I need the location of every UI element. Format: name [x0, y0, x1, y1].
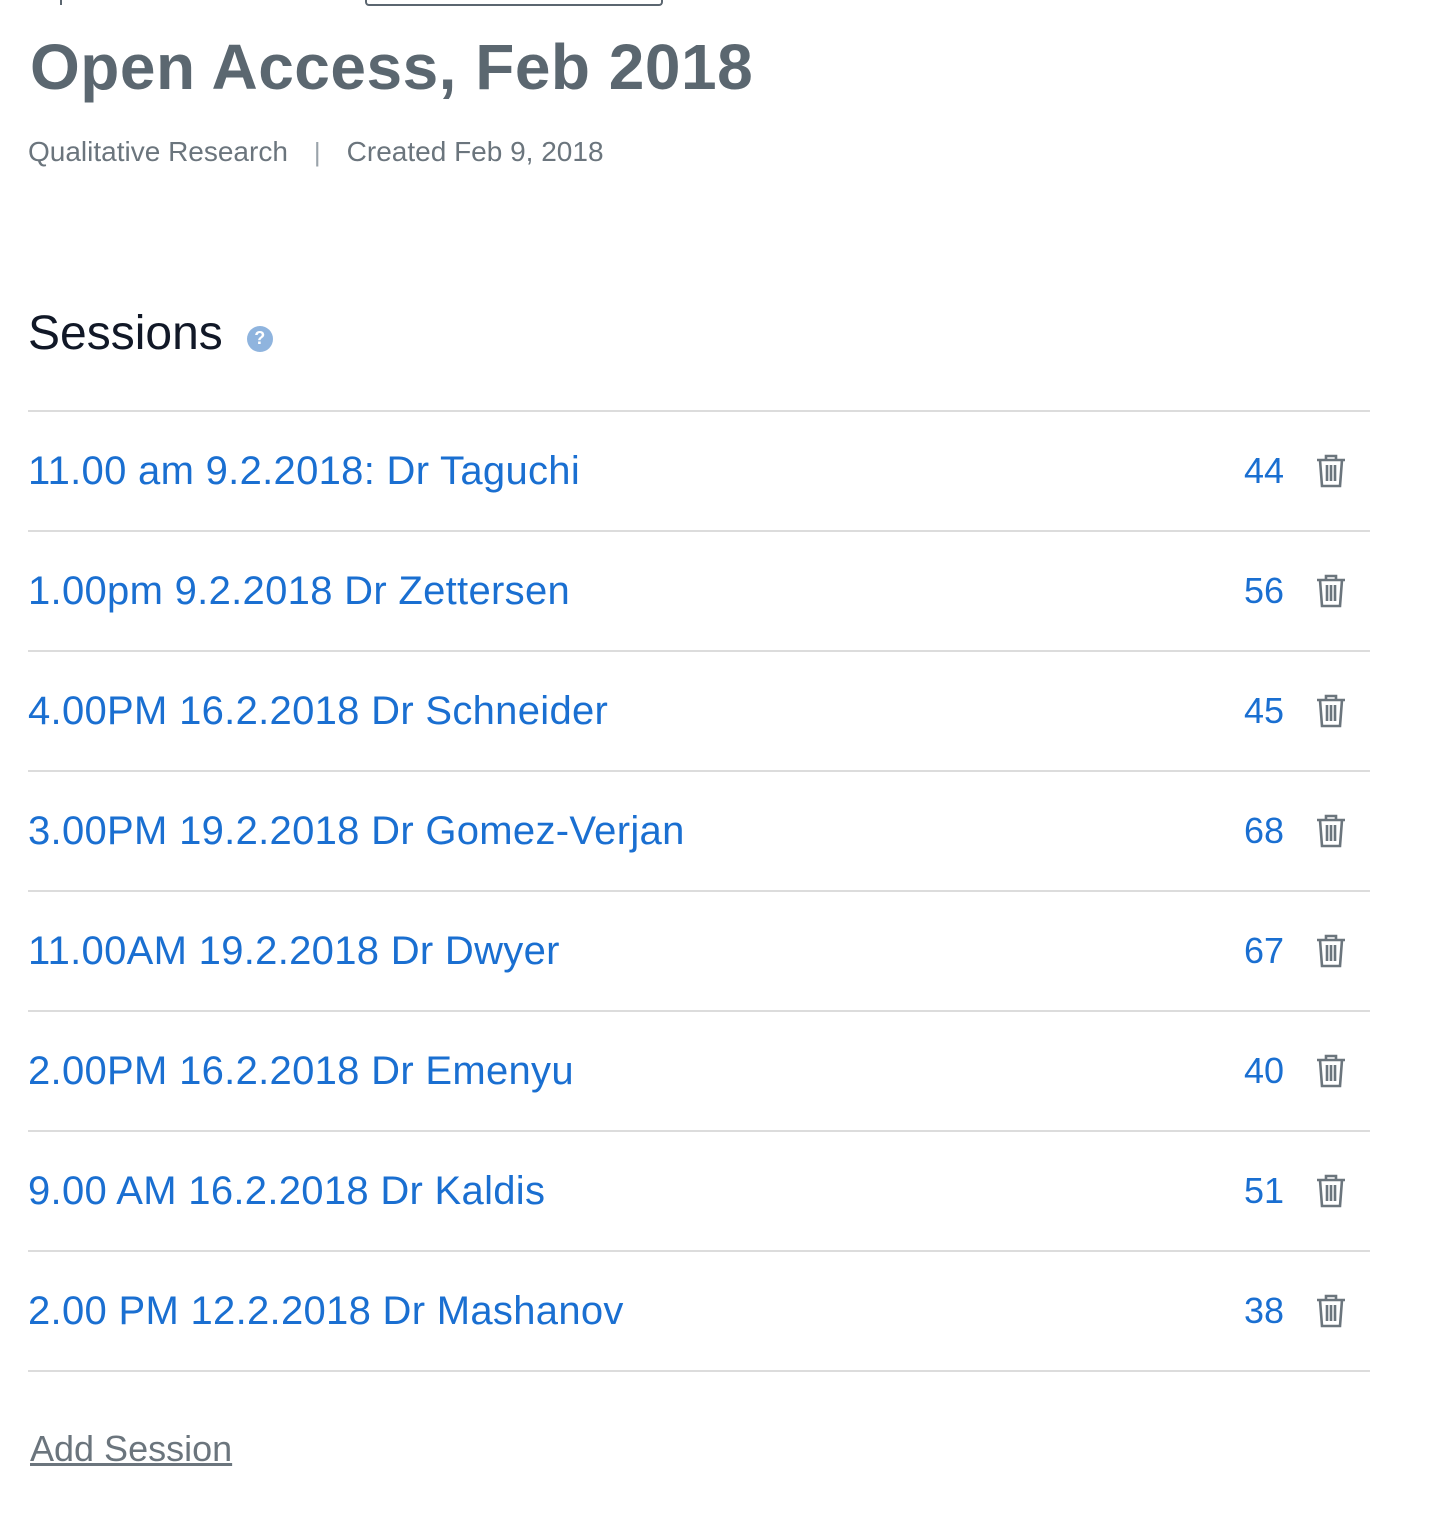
session-count: 40: [1243, 1050, 1284, 1091]
help-icon[interactable]: ?: [246, 325, 273, 352]
session-link[interactable]: 2.00 PM 12.2.2018 Dr Mashanov: [28, 1289, 624, 1334]
top-cutoff-mark: [60, 0, 62, 5]
session-list: 11.00 am 9.2.2018: Dr Taguchi 44 1.00pm …: [28, 410, 1370, 1372]
sessions-header: Sessions ?: [28, 306, 273, 361]
trash-icon[interactable]: [1314, 813, 1348, 849]
session-row: 3.00PM 19.2.2018 Dr Gomez-Verjan 68: [28, 772, 1370, 892]
session-link[interactable]: 9.00 AM 16.2.2018 Dr Kaldis: [28, 1169, 545, 1214]
project-meta: Qualitative Research | Created Feb 9, 20…: [28, 136, 604, 168]
session-row: 2.00 PM 12.2.2018 Dr Mashanov 38: [28, 1252, 1370, 1372]
session-count: 45: [1243, 690, 1284, 731]
session-row: 11.00 am 9.2.2018: Dr Taguchi 44: [28, 412, 1370, 532]
meta-separator: |: [313, 136, 321, 167]
session-link[interactable]: 4.00PM 16.2.2018 Dr Schneider: [28, 689, 608, 734]
trash-icon[interactable]: [1314, 693, 1348, 729]
trash-icon[interactable]: [1314, 573, 1348, 609]
session-count: 68: [1243, 810, 1284, 851]
top-cutoff-input[interactable]: [365, 0, 663, 6]
session-count: 56: [1243, 570, 1284, 611]
trash-icon[interactable]: [1314, 1173, 1348, 1209]
trash-icon[interactable]: [1314, 453, 1348, 489]
session-row: 4.00PM 16.2.2018 Dr Schneider 45: [28, 652, 1370, 772]
add-session-link[interactable]: Add Session: [30, 1428, 232, 1470]
trash-icon[interactable]: [1314, 1293, 1348, 1329]
session-link[interactable]: 11.00AM 19.2.2018 Dr Dwyer: [28, 929, 560, 974]
trash-icon[interactable]: [1314, 1053, 1348, 1089]
session-link[interactable]: 3.00PM 19.2.2018 Dr Gomez-Verjan: [28, 809, 685, 854]
sessions-title: Sessions: [28, 307, 223, 360]
session-row: 1.00pm 9.2.2018 Dr Zettersen 56: [28, 532, 1370, 652]
session-count: 67: [1243, 930, 1284, 971]
created-date: Created Feb 9, 2018: [346, 136, 604, 167]
session-count: 38: [1243, 1290, 1284, 1331]
session-row: 2.00PM 16.2.2018 Dr Emenyu 40: [28, 1012, 1370, 1132]
session-row: 9.00 AM 16.2.2018 Dr Kaldis 51: [28, 1132, 1370, 1252]
session-count: 44: [1243, 450, 1284, 491]
session-link[interactable]: 11.00 am 9.2.2018: Dr Taguchi: [28, 449, 580, 494]
session-count: 51: [1243, 1170, 1284, 1211]
page-title: Open Access, Feb 2018: [30, 31, 754, 103]
project-category: Qualitative Research: [28, 136, 288, 167]
trash-icon[interactable]: [1314, 933, 1348, 969]
session-link[interactable]: 2.00PM 16.2.2018 Dr Emenyu: [28, 1049, 574, 1094]
session-row: 11.00AM 19.2.2018 Dr Dwyer 67: [28, 892, 1370, 1012]
session-link[interactable]: 1.00pm 9.2.2018 Dr Zettersen: [28, 569, 570, 614]
